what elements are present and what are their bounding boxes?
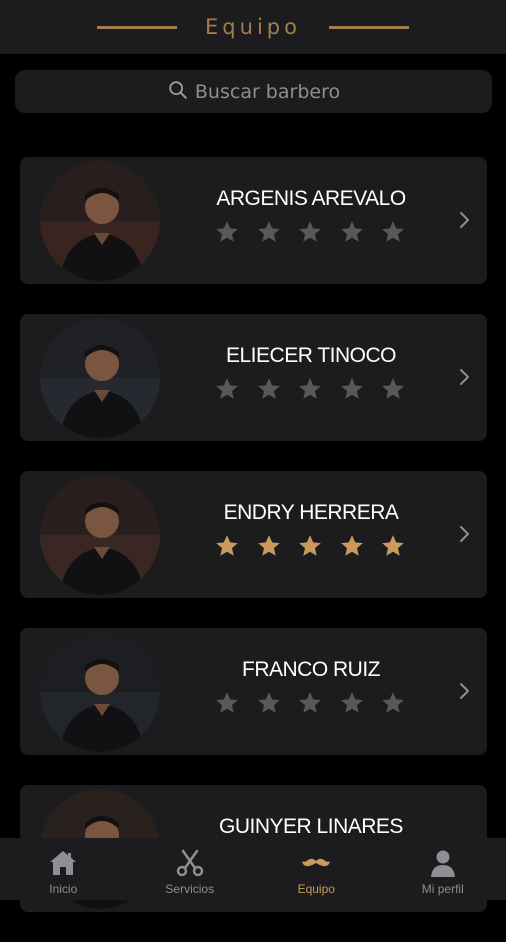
user-icon <box>427 847 459 879</box>
star-icon <box>380 376 406 402</box>
star-icon <box>297 219 323 245</box>
star-icon <box>380 533 406 559</box>
chevron-right-icon <box>457 368 471 386</box>
star-icon <box>214 376 240 402</box>
barber-card[interactable]: ARGENIS AREVALO <box>20 157 487 284</box>
barber-name: ARGENIS AREVALO <box>180 187 442 211</box>
barber-name: ENDRY HERRERA <box>180 501 442 525</box>
star-icon <box>297 533 323 559</box>
chevron-right-icon <box>457 211 471 229</box>
star-icon <box>339 690 365 716</box>
search-icon <box>167 79 189 101</box>
search-input[interactable]: Buscar barbero <box>15 70 492 113</box>
rating-stars <box>214 690 422 716</box>
star-icon <box>214 219 240 245</box>
search-placeholder: Buscar barbero <box>195 81 340 103</box>
star-icon <box>256 533 282 559</box>
tab-inicio[interactable]: Inicio <box>0 838 127 900</box>
rating-stars <box>214 533 422 559</box>
tab-label: Equipo <box>298 882 335 896</box>
mustache-icon <box>300 847 332 879</box>
barber-card[interactable]: ENDRY HERRERA <box>20 471 487 598</box>
chevron-right-icon <box>457 682 471 700</box>
star-icon <box>297 690 323 716</box>
scissors-icon <box>174 847 206 879</box>
home-icon <box>47 847 79 879</box>
app-header: Equipo <box>0 0 506 54</box>
header-divider-left <box>97 26 177 29</box>
barber-card[interactable]: FRANCO RUIZ <box>20 628 487 755</box>
barber-list: ARGENIS AREVALO ELIECER TINOCO ENDRY HERRE… <box>20 157 487 942</box>
rating-stars <box>214 376 422 402</box>
barber-avatar <box>40 318 160 438</box>
tab-label: Mi perfil <box>422 882 464 896</box>
tab-mi-perfil[interactable]: Mi perfil <box>380 838 506 900</box>
star-icon <box>339 533 365 559</box>
star-icon <box>214 533 240 559</box>
star-icon <box>214 690 240 716</box>
tab-label: Inicio <box>49 882 77 896</box>
rating-stars <box>214 219 422 245</box>
tab-servicios[interactable]: Servicios <box>127 838 254 900</box>
star-icon <box>339 376 365 402</box>
barber-avatar <box>40 632 160 752</box>
header-divider-right <box>329 26 409 29</box>
star-icon <box>256 690 282 716</box>
barber-avatar <box>40 161 160 281</box>
barber-card[interactable]: ELIECER TINOCO <box>20 314 487 441</box>
page-title: Equipo <box>205 15 301 39</box>
barber-name: FRANCO RUIZ <box>180 658 442 682</box>
star-icon <box>256 376 282 402</box>
star-icon <box>380 219 406 245</box>
star-icon <box>380 690 406 716</box>
tab-label: Servicios <box>165 882 214 896</box>
star-icon <box>297 376 323 402</box>
tab-equipo[interactable]: Equipo <box>253 838 380 900</box>
chevron-right-icon <box>457 525 471 543</box>
barber-name: GUINYER LINARES <box>180 815 442 839</box>
star-icon <box>256 219 282 245</box>
bottom-tab-bar: Inicio Servicios Equipo Mi perfil <box>0 838 506 900</box>
barber-name: ELIECER TINOCO <box>180 344 442 368</box>
star-icon <box>339 219 365 245</box>
barber-avatar <box>40 475 160 595</box>
